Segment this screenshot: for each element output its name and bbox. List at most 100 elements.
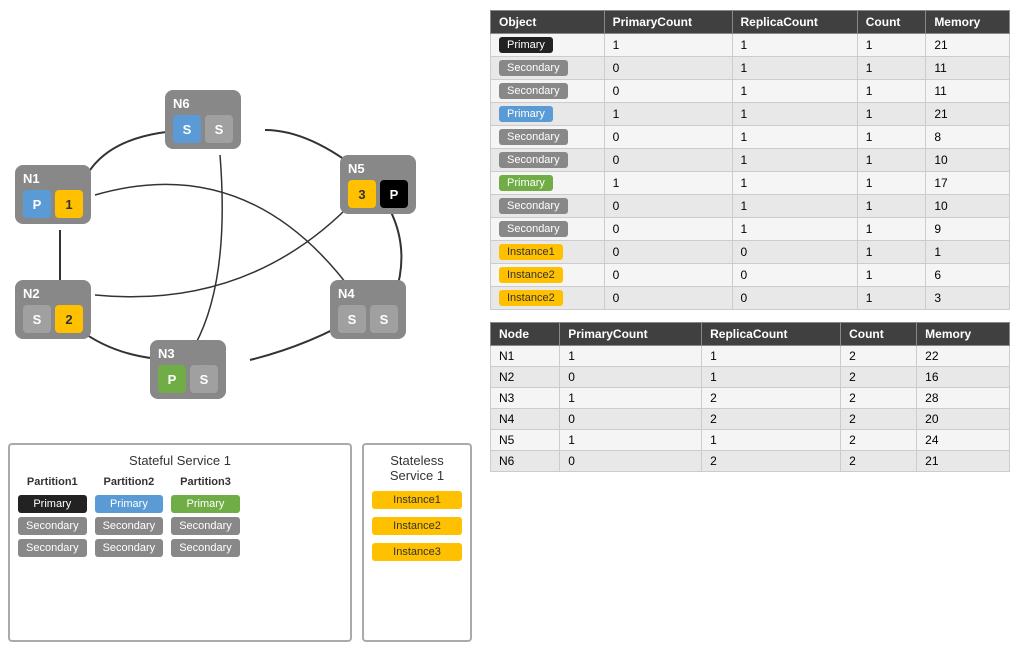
obj-table-cell-object: Secondary — [491, 149, 605, 172]
obj-table-header-primary-count: PrimaryCount — [604, 11, 732, 34]
stateless-service-box: Stateless Service 1 Instance1 Instance2 … — [362, 443, 472, 642]
node-n4-items: S S — [338, 305, 398, 333]
node-table-cell-primary-count: 0 — [560, 409, 702, 430]
obj-table-cell-count: 1 — [857, 172, 926, 195]
instance2-badge: Instance2 — [372, 517, 462, 535]
node-table-cell-primary-count: 1 — [560, 430, 702, 451]
obj-table-cell-primary-count: 0 — [604, 241, 732, 264]
obj-table-cell-object: Primary — [491, 34, 605, 57]
obj-table-cell-primary-count: 1 — [604, 103, 732, 126]
tables-area: Object PrimaryCount ReplicaCount Count M… — [490, 10, 1010, 484]
obj-table-cell-memory: 11 — [926, 57, 1010, 80]
obj-table-cell-primary-count: 0 — [604, 149, 732, 172]
obj-badge: Primary — [499, 175, 553, 191]
obj-table-row: Instance2 0 0 1 3 — [491, 287, 1010, 310]
node-table-cell-memory: 21 — [917, 451, 1010, 472]
node-n4: N4 S S — [330, 280, 406, 339]
node-table-cell-replica-count: 2 — [702, 388, 841, 409]
stateful-service-title: Stateful Service 1 — [18, 453, 342, 468]
obj-table-row: Instance2 0 0 1 6 — [491, 264, 1010, 287]
node-table-cell-primary-count: 0 — [560, 451, 702, 472]
obj-table-cell-memory: 11 — [926, 80, 1010, 103]
node-table-cell-node: N6 — [491, 451, 560, 472]
node-table-row: N2 0 1 2 16 — [491, 367, 1010, 388]
obj-table-cell-memory: 21 — [926, 103, 1010, 126]
obj-table-row: Secondary 0 1 1 10 — [491, 195, 1010, 218]
obj-table-cell-primary-count: 0 — [604, 264, 732, 287]
obj-badge: Secondary — [499, 129, 568, 145]
node-n6: N6 S S — [165, 90, 241, 149]
obj-table-cell-replica-count: 1 — [732, 218, 857, 241]
obj-table-cell-replica-count: 1 — [732, 34, 857, 57]
node-n6-items: S S — [173, 115, 233, 143]
node-n3-items: P S — [158, 365, 218, 393]
node-n2-items: S 2 — [23, 305, 83, 333]
node-table-cell-primary-count: 1 — [560, 388, 702, 409]
obj-table-cell-primary-count: 0 — [604, 57, 732, 80]
obj-table-cell-primary-count: 1 — [604, 34, 732, 57]
obj-table-cell-replica-count: 1 — [732, 149, 857, 172]
node-n1-badge-p: P — [23, 190, 51, 218]
partition3-secondary1: Secondary — [171, 517, 240, 535]
node-table-cell-count: 2 — [841, 409, 917, 430]
obj-table-cell-count: 1 — [857, 103, 926, 126]
node-n4-badge-s2: S — [370, 305, 398, 333]
obj-table-cell-memory: 10 — [926, 195, 1010, 218]
legend-area: Stateful Service 1 Partition1 Primary Se… — [0, 435, 480, 650]
obj-badge: Secondary — [499, 83, 568, 99]
node-table-row: N1 1 1 2 22 — [491, 346, 1010, 367]
node-n6-badge-s1: S — [173, 115, 201, 143]
stateless-service-title: Stateless Service 1 — [372, 453, 462, 483]
obj-table-cell-replica-count: 1 — [732, 126, 857, 149]
node-table-row: N4 0 2 2 20 — [491, 409, 1010, 430]
node-n5-badge-3: 3 — [348, 180, 376, 208]
obj-table-cell-memory: 17 — [926, 172, 1010, 195]
obj-table-row: Secondary 0 1 1 8 — [491, 126, 1010, 149]
node-table-cell-node: N4 — [491, 409, 560, 430]
node-n1-items: P 1 — [23, 190, 83, 218]
node-table-header-replica-count: ReplicaCount — [702, 323, 841, 346]
obj-table-row: Secondary 0 1 1 11 — [491, 80, 1010, 103]
partition2-col: Partition2 Primary Secondary Secondary — [95, 476, 164, 557]
obj-table-cell-object: Secondary — [491, 218, 605, 241]
obj-table-cell-object: Secondary — [491, 80, 605, 103]
obj-table-cell-memory: 9 — [926, 218, 1010, 241]
partitions-row: Partition1 Primary Secondary Secondary P… — [18, 476, 342, 557]
node-table-cell-memory: 22 — [917, 346, 1010, 367]
node-table-row: N5 1 1 2 24 — [491, 430, 1010, 451]
obj-table-cell-count: 1 — [857, 80, 926, 103]
node-table-cell-primary-count: 0 — [560, 367, 702, 388]
obj-table-row: Primary 1 1 1 21 — [491, 103, 1010, 126]
obj-table-cell-primary-count: 1 — [604, 172, 732, 195]
node-table-cell-replica-count: 1 — [702, 367, 841, 388]
node-table-cell-memory: 16 — [917, 367, 1010, 388]
obj-table-cell-count: 1 — [857, 149, 926, 172]
obj-table-header-count: Count — [857, 11, 926, 34]
node-table-cell-replica-count: 2 — [702, 451, 841, 472]
obj-table-cell-count: 1 — [857, 264, 926, 287]
instance1-badge: Instance1 — [372, 491, 462, 509]
obj-table-cell-object: Instance1 — [491, 241, 605, 264]
obj-table-cell-replica-count: 0 — [732, 264, 857, 287]
node-table-row: N3 1 2 2 28 — [491, 388, 1010, 409]
partition1-secondary1: Secondary — [18, 517, 87, 535]
instance3-badge: Instance3 — [372, 543, 462, 561]
obj-table-row: Primary 1 1 1 17 — [491, 172, 1010, 195]
obj-table-cell-memory: 1 — [926, 241, 1010, 264]
obj-table-cell-object: Secondary — [491, 126, 605, 149]
obj-table-cell-count: 1 — [857, 126, 926, 149]
node-table-cell-node: N3 — [491, 388, 560, 409]
obj-table-cell-count: 1 — [857, 57, 926, 80]
obj-table-row: Secondary 0 1 1 10 — [491, 149, 1010, 172]
obj-table-cell-count: 1 — [857, 195, 926, 218]
obj-table-cell-object: Secondary — [491, 57, 605, 80]
stateless-instances: Instance1 Instance2 Instance3 — [372, 491, 462, 561]
node-table-cell-count: 2 — [841, 451, 917, 472]
node-table-cell-memory: 28 — [917, 388, 1010, 409]
node-table-cell-node: N1 — [491, 346, 560, 367]
obj-badge: Secondary — [499, 221, 568, 237]
partition2-title: Partition2 — [95, 476, 164, 488]
node-n6-label: N6 — [173, 96, 190, 111]
obj-badge: Instance2 — [499, 290, 563, 306]
node-n5-items: 3 P — [348, 180, 408, 208]
